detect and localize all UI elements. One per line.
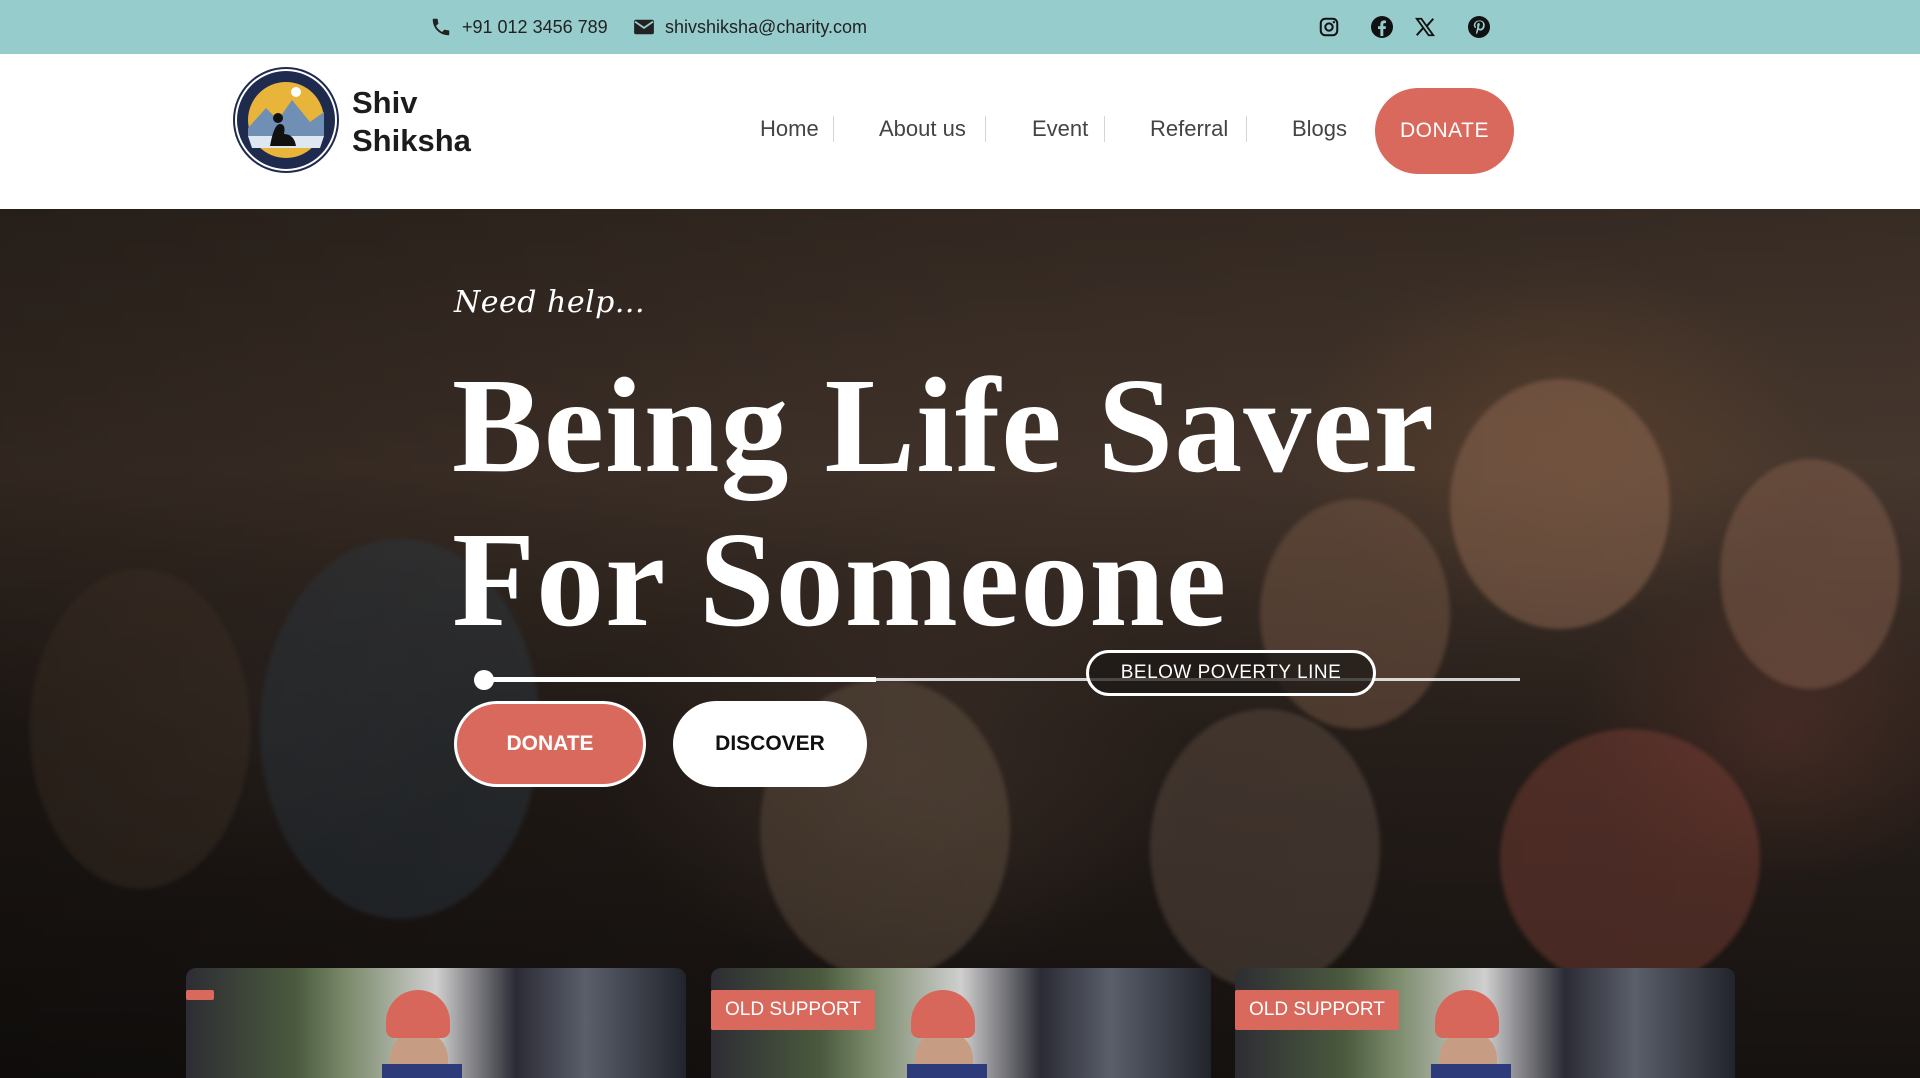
card-photo-cap [1435, 990, 1499, 1038]
facebook-icon[interactable] [1368, 13, 1396, 41]
nav-about-us[interactable]: About us [879, 116, 966, 142]
card-badge [186, 990, 214, 1000]
phone-number: +91 012 3456 789 [462, 16, 608, 37]
hero-donate-button[interactable]: DONATE [454, 701, 646, 787]
nav-blogs[interactable]: Blogs [1292, 116, 1347, 142]
card-photo-shirt [907, 1064, 987, 1078]
hero-kicker: Need help... [454, 285, 645, 320]
nav-divider [985, 116, 986, 142]
card-photo-shirt [1431, 1064, 1511, 1078]
nav-event[interactable]: Event [1032, 116, 1088, 142]
hero-discover-button[interactable]: DISCOVER [673, 701, 867, 787]
support-card[interactable] [186, 968, 686, 1078]
nav-home[interactable]: Home [760, 116, 819, 142]
nav-referral[interactable]: Referral [1150, 116, 1228, 142]
phone-contact[interactable]: +91 012 3456 789 [430, 0, 608, 54]
envelope-icon [634, 19, 654, 35]
instagram-icon[interactable] [1315, 13, 1343, 41]
hero-headline: Being Life Saver For Someone [452, 349, 1435, 657]
hero-headline-line2: For Someone [452, 505, 1228, 655]
progress-fill [482, 677, 877, 682]
site-header: Shiv Shiksha Home About us Event Referra… [0, 54, 1920, 209]
brand-line2: Shiksha [352, 123, 471, 158]
progress-handle [474, 670, 494, 690]
top-bar: +91 012 3456 789 shivshiksha@charity.com [0, 0, 1920, 54]
nav-divider [1104, 116, 1105, 142]
card-badge: OLD SUPPORT [1235, 990, 1399, 1030]
phone-icon [432, 18, 450, 36]
progress-label: BELOW POVERTY LINE [1086, 650, 1376, 696]
card-photo-shirt [382, 1064, 462, 1078]
email-contact[interactable]: shivshiksha@charity.com [633, 0, 867, 54]
brand-line1: Shiv [352, 85, 418, 120]
card-badge: OLD SUPPORT [711, 990, 875, 1030]
logo[interactable] [232, 66, 340, 174]
hero-headline-line1: Being Life Saver [452, 351, 1436, 501]
header-donate-button[interactable]: DONATE [1375, 88, 1514, 174]
nav-divider [833, 116, 834, 142]
x-icon[interactable] [1411, 13, 1439, 41]
brand-name[interactable]: Shiv Shiksha [352, 84, 471, 160]
card-photo-cap [386, 990, 450, 1038]
card-photo-cap [911, 990, 975, 1038]
nav-divider [1246, 116, 1247, 142]
email-address: shivshiksha@charity.com [665, 16, 867, 37]
pinterest-icon[interactable] [1465, 13, 1493, 41]
hero-section: Need help... Being Life Saver For Someon… [0, 209, 1920, 1078]
